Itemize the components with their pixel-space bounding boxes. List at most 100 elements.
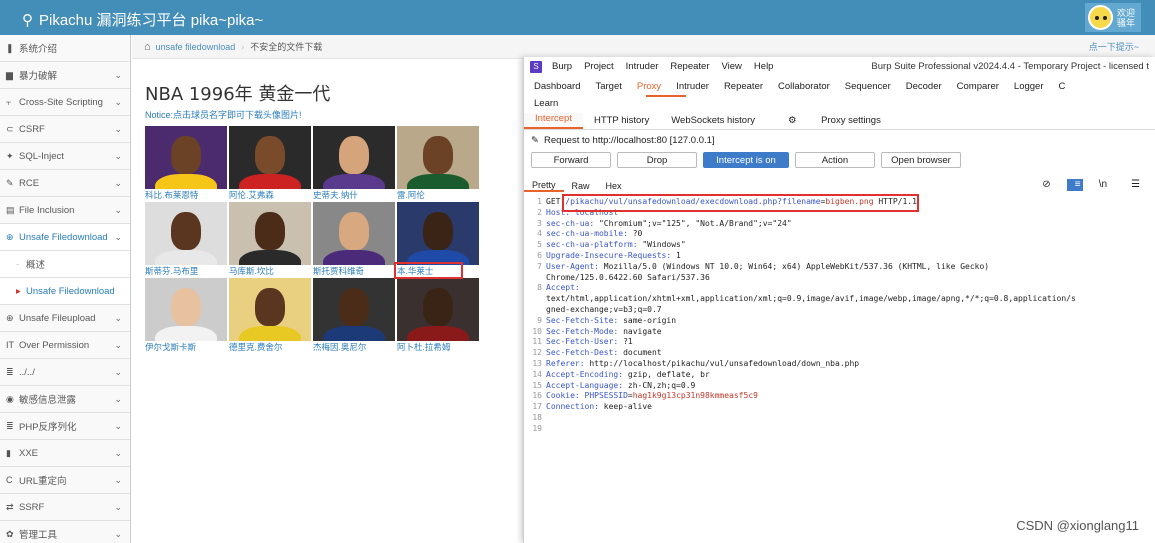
tab-proxy[interactable]: Proxy — [637, 79, 661, 95]
chevron-down-icon: ⌄ — [114, 313, 122, 323]
tab-sequencer[interactable]: Sequencer — [845, 79, 891, 95]
player-name-link[interactable]: 杰梅因.奥尼尔 — [313, 341, 395, 353]
player-head — [423, 212, 453, 250]
sidebar-item-icon: ≣ — [6, 420, 14, 431]
player-name-link[interactable]: 科比.布莱恩特 — [145, 189, 227, 201]
sidebar-item[interactable]: ✿ 管理工具 ⌄ — [0, 521, 130, 543]
sidebar-item[interactable]: ⫟ Cross-Site Scripting ⌄ — [0, 89, 130, 116]
sidebar-item[interactable]: ⇄ SSRF ⌄ — [0, 494, 130, 521]
tab-collaborator[interactable]: Collaborator — [778, 79, 830, 95]
sidebar-item[interactable]: ❚ 系统介绍 — [0, 35, 130, 62]
line-number: 18 — [532, 413, 542, 422]
line-number: 6 — [537, 251, 542, 260]
player-head — [171, 136, 201, 174]
proxy-settings-button[interactable]: ⚙ Proxy settings — [766, 115, 903, 129]
request-line: 5 sec-ch-ua-platform: "Windows" — [524, 240, 686, 251]
breadcrumb-current: 不安全的文件下载 — [250, 42, 323, 52]
player-card: 斯托贾科维奇 — [313, 202, 395, 277]
sidebar-item[interactable]: IT Over Permission ⌄ — [0, 332, 130, 359]
sidebar-item[interactable]: ▮ XXE ⌄ — [0, 440, 130, 467]
tab-target[interactable]: Target — [595, 79, 621, 95]
menu-item[interactable]: Project — [584, 61, 614, 72]
request-token: Mozilla/5.0 (Windows NT 10.0; Win64; x64… — [603, 261, 990, 271]
sidebar-item[interactable]: C URL重定向 ⌄ — [0, 467, 130, 494]
menu-item[interactable]: Help — [754, 61, 774, 72]
sidebar-item[interactable]: ≣ PHP反序列化 ⌄ — [0, 413, 130, 440]
sidebar-item[interactable]: ⊂ CSRF ⌄ — [0, 116, 130, 143]
player-name-link[interactable]: 雷.阿伦 — [397, 189, 479, 201]
player-card: 杰梅因.奥尼尔 — [313, 278, 395, 353]
tab-c[interactable]: C — [1059, 79, 1066, 95]
player-head — [423, 288, 453, 326]
request-token: http://localhost/pikachu/vul/unsafedownl… — [589, 359, 860, 368]
player-name-link[interactable]: 马库斯.坎比 — [229, 265, 311, 277]
proxy-tab[interactable]: Intercept — [524, 113, 583, 129]
brand[interactable]: ⚲ Pikachu 漏洞练习平台 pika~pika~ — [22, 9, 263, 30]
wrap-icon[interactable]: ≡ — [1066, 179, 1083, 191]
action-button[interactable]: Action — [795, 152, 875, 168]
menu-item[interactable]: Repeater — [670, 61, 709, 72]
menu-item[interactable]: View — [722, 61, 742, 72]
menu-icon[interactable]: ☰ — [1123, 179, 1148, 191]
player-name-link[interactable]: 德里克.费舍尔 — [229, 341, 311, 353]
request-token: Referer: — [546, 359, 590, 368]
menu-item[interactable]: Burp — [552, 61, 572, 72]
menu-item[interactable]: Intruder — [626, 61, 659, 72]
line-number: 13 — [532, 359, 542, 368]
sidebar-item-label: PHP反序列化 — [19, 422, 77, 433]
request-line: 18 — [524, 413, 546, 424]
player-card: 斯蒂芬.马布里 — [145, 202, 227, 277]
sidebar-item[interactable]: ✦ SQL-Inject ⌄ — [0, 143, 130, 170]
breadcrumb: ⌂ unsafe filedownload › 不安全的文件下载 点一下提示~ — [132, 35, 1155, 59]
player-name-link[interactable]: 史蒂夫.纳什 — [313, 189, 395, 201]
player-name-link[interactable]: 阿伦.艾弗森 — [229, 189, 311, 201]
tab-comparer[interactable]: Comparer — [957, 79, 999, 95]
sidebar-subitem[interactable]: ▸ Unsafe Filedownload — [0, 278, 130, 305]
sidebar-item[interactable]: ◉ 敏感信息泄露 ⌄ — [0, 386, 130, 413]
sidebar-item[interactable]: ✎ RCE ⌄ — [0, 170, 130, 197]
sidebar-subitem[interactable]: - 概述 — [0, 251, 130, 278]
sidebar-item[interactable]: ⊕ Unsafe Fileupload ⌄ — [0, 305, 130, 332]
proxy-tab[interactable]: WebSockets history — [660, 115, 766, 129]
user-menu[interactable]: 欢迎 骚年 — [1084, 3, 1141, 32]
player-name-link[interactable]: 斯蒂芬.马布里 — [145, 265, 227, 277]
player-photo — [313, 126, 395, 189]
sidebar-item[interactable]: ⊕ Unsafe Filedownload ⌄ — [0, 224, 130, 251]
view-tab-hex[interactable]: Hex — [598, 181, 630, 191]
hint-link[interactable]: 点一下提示~ — [1089, 40, 1139, 53]
home-icon[interactable]: ⌂ — [144, 41, 151, 53]
player-name-link[interactable]: 斯托贾科维奇 — [313, 265, 395, 277]
open-browser-button[interactable]: Open browser — [881, 152, 961, 168]
line-number: 1 — [537, 197, 542, 206]
request-token: ?1 — [623, 337, 633, 347]
player-name-link[interactable]: 伊尔戈斯卡斯 — [145, 341, 227, 353]
pencil-icon[interactable]: ✎ — [531, 135, 539, 146]
sidebar-item[interactable]: ▤ File Inclusion ⌄ — [0, 197, 130, 224]
request-line: 13 Referer: http://localhost/pikachu/vul/… — [524, 359, 859, 370]
request-token: sec-ch-ua-platform: — [546, 240, 643, 250]
hide-icon[interactable]: ⊘ — [1034, 179, 1058, 191]
player-head — [339, 288, 369, 326]
line-number: 15 — [532, 380, 542, 390]
player-name-link[interactable]: 阿卜杜.拉希姆 — [397, 341, 479, 353]
tab-intruder[interactable]: Intruder — [676, 79, 709, 95]
proxy-tab[interactable]: HTTP history — [583, 115, 660, 129]
tab-learn[interactable]: Learn — [534, 98, 558, 109]
newline-icon[interactable]: \n — [1091, 179, 1115, 191]
request-line: 12 Sec-Fetch-Dest: document — [524, 348, 661, 359]
forward-button[interactable]: Forward — [531, 152, 611, 168]
sidebar-item[interactable]: ▆ 暴力破解 ⌄ — [0, 62, 130, 89]
tab-repeater[interactable]: Repeater — [724, 79, 763, 95]
tab-logger[interactable]: Logger — [1014, 79, 1044, 95]
tab-decoder[interactable]: Decoder — [906, 79, 942, 95]
request-editor[interactable]: 1 GET /pikachu/vul/unsafedownload/execdow… — [524, 197, 1155, 537]
top-navbar: ⚲ Pikachu 漏洞练习平台 pika~pika~ 欢迎 骚年 — [0, 0, 1155, 35]
breadcrumb-link[interactable]: unsafe filedownload — [156, 42, 236, 52]
request-line: 11 Sec-Fetch-User: ?1 — [524, 337, 633, 348]
intercept-is-on-button[interactable]: Intercept is on — [703, 152, 789, 168]
drop-button[interactable]: Drop — [617, 152, 697, 168]
sidebar-item[interactable]: ≣ ../../ ⌄ — [0, 359, 130, 386]
tab-dashboard[interactable]: Dashboard — [534, 79, 580, 95]
view-tab-raw[interactable]: Raw — [564, 181, 598, 191]
view-tab-pretty[interactable]: Pretty — [524, 180, 564, 192]
